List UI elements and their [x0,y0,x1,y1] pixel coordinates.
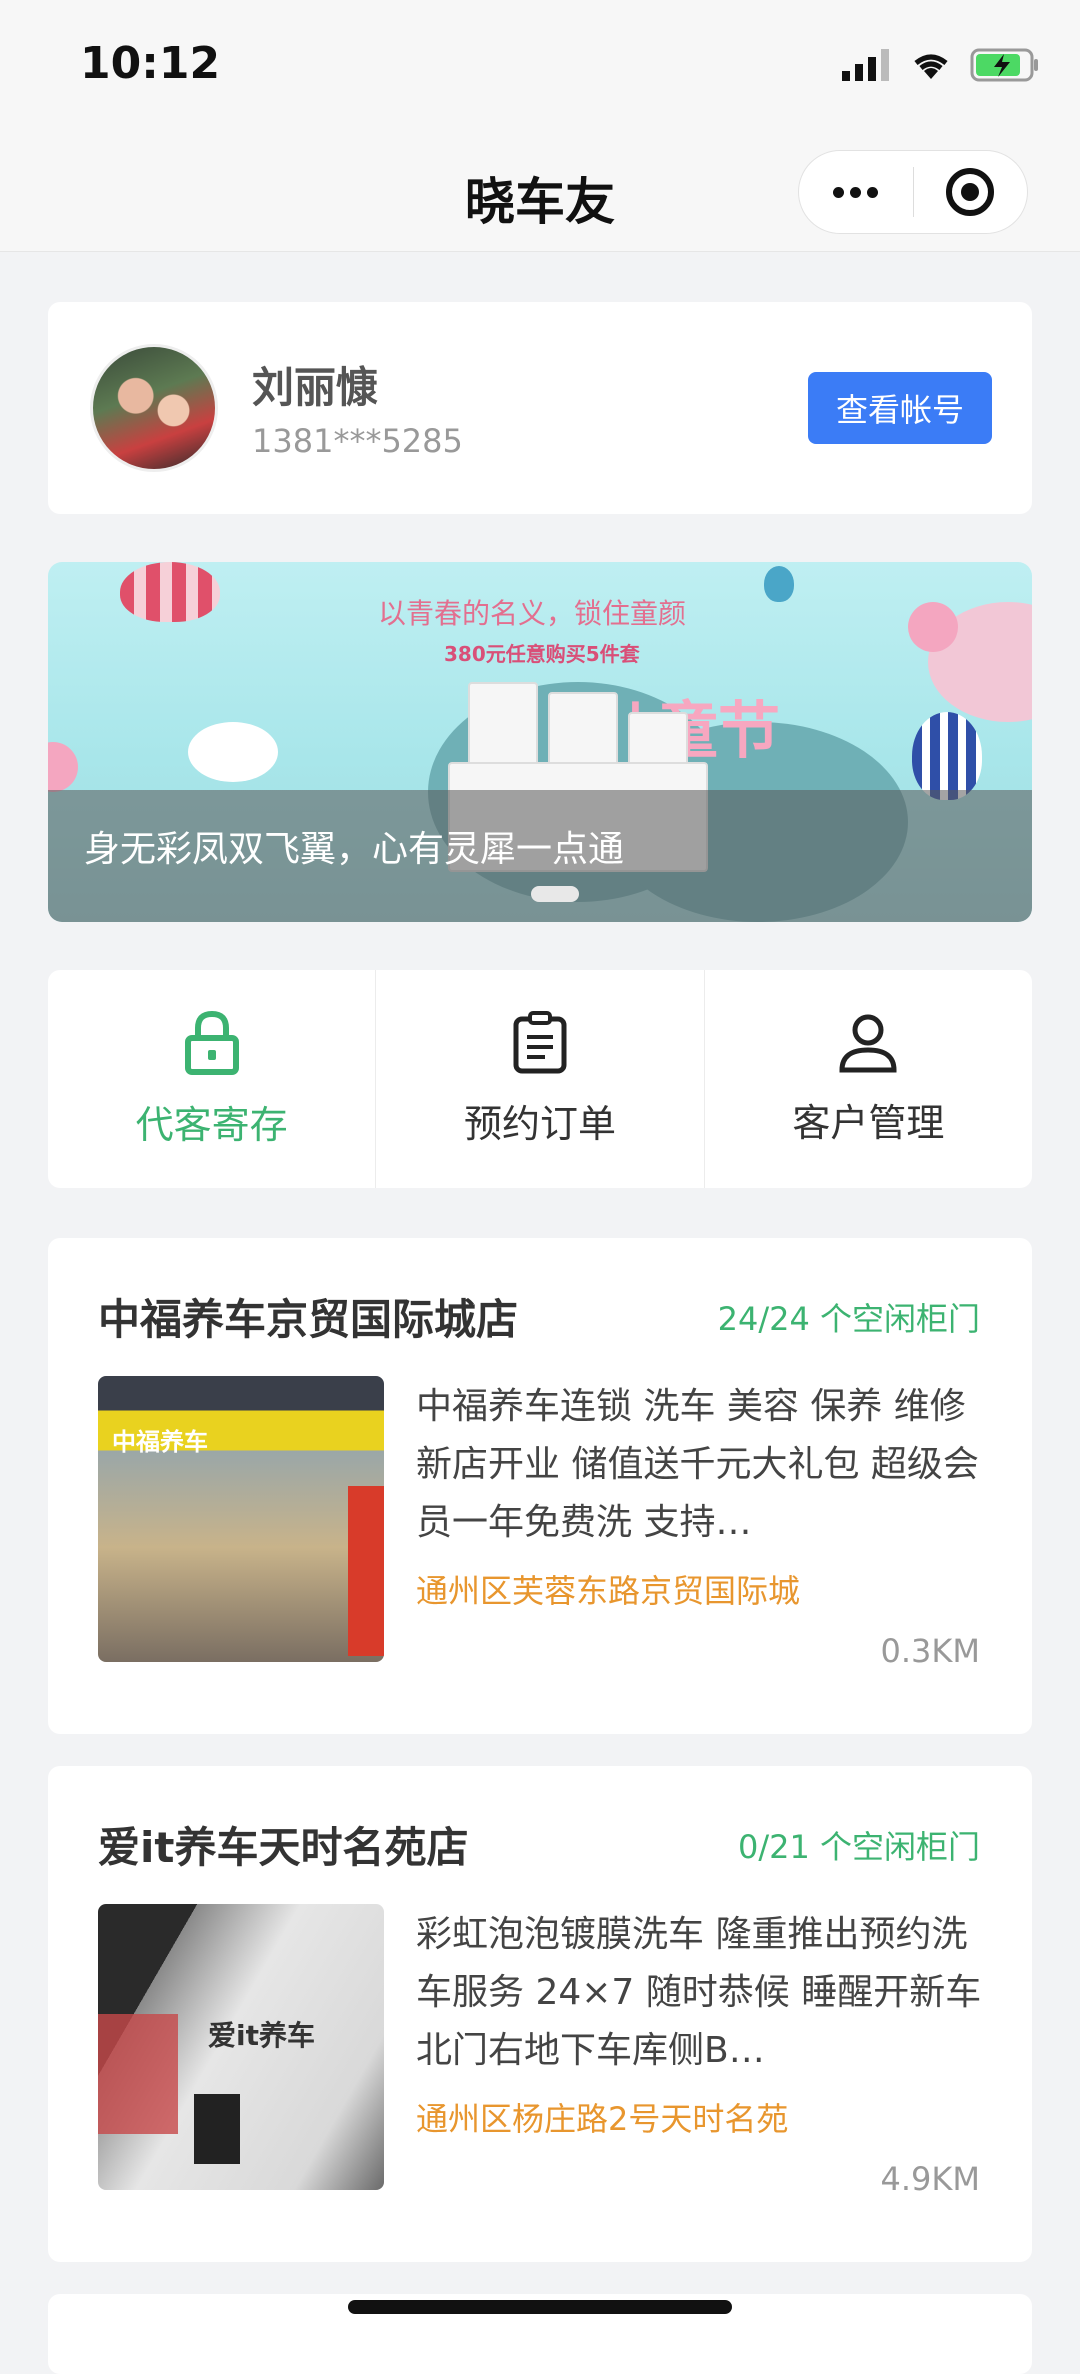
balloon-decoration [120,562,220,622]
store-distance: 0.3KM [880,1632,980,1670]
cloud-decoration [188,722,278,782]
store-photo-pillar [348,1486,384,1656]
clipboard-icon [513,1010,567,1073]
banner-caption: 身无彩凤双飞翼，心有灵犀一点通 [84,829,625,870]
balloon-decoration [912,712,982,800]
banner-page-indicator [531,886,579,902]
store-distance: 4.9KM [880,2160,980,2198]
store-card[interactable]: 爱it养车天时名苑店 0/21 个空闲柜门 爱it养车 彩虹泡泡镀膜洗车 隆重推… [48,1766,1032,2262]
store-sign: 中福养车 [112,1428,208,1456]
store-photo-shelf [98,2014,178,2134]
target-icon [946,168,995,216]
profile-card: 刘丽慷 1381***5285 查看帐号 [48,302,1032,514]
lock-icon [184,1010,239,1075]
menu-label: 代客寄存 [135,1102,288,1147]
cloud-decoration [908,602,958,652]
cloud-decoration [48,742,78,792]
banner-headline: 以青春的名义，锁住童颜 [378,597,687,630]
nav-bar: 晓车友 [0,132,1080,252]
store-address: 通州区杨庄路2号天时名苑 [416,2100,789,2138]
menu-item-valet-storage[interactable]: 代客寄存 [48,970,375,1188]
balloon-decoration [764,566,794,602]
signal-icon [842,49,889,81]
store-photo: 中福养车 [98,1376,384,1662]
store-description: 彩虹泡泡镀膜洗车 隆重推出预约洗车服务 24×7 随时恭候 睡醒开新车 北门右地… [416,1914,982,2071]
more-dots-icon [833,186,879,198]
store-name: 爱it养车天时名苑店 [98,1823,469,1872]
profile-phone: 1381***5285 [252,422,463,460]
profile-name: 刘丽慷 [252,363,379,412]
store-lockers: 0/21 个空闲柜门 [737,1828,980,1866]
battery-icon [970,48,1038,82]
store-sign: 爱it养车 [208,2019,315,2052]
banner-subline: 380元任意购买5件套 [444,642,640,666]
menu-item-orders[interactable]: 预约订单 [375,970,703,1188]
banner-caption-bar: 身无彩凤双飞翼，心有灵犀一点通 [48,790,1032,922]
mini-program-capsule [798,150,1028,234]
status-bar: 10:12 [0,0,1080,132]
promo-banner[interactable]: 以青春的名义，锁住童颜 380元任意购买5件套 儿童节 身无彩凤双飞翼，心有灵犀… [48,562,1032,922]
store-photo-stand [194,2094,240,2164]
wifi-icon [914,54,948,79]
store-name: 中福养车京贸国际城店 [98,1295,519,1344]
store-photo: 爱it养车 [98,1904,384,2190]
more-button[interactable] [799,151,913,233]
store-address: 通州区芙蓉东路京贸国际城 [416,1572,801,1610]
close-button[interactable] [914,151,1028,233]
view-account-button[interactable]: 查看帐号 [808,372,992,444]
store-card[interactable]: 中福养车京贸国际城店 24/24 个空闲柜门 中福养车 中福养车连锁 洗车 美容… [48,1238,1032,1734]
store-lockers: 24/24 个空闲柜门 [717,1300,980,1338]
menu-label: 预约订单 [463,1101,616,1146]
avatar [90,344,218,472]
menu-item-customers[interactable]: 客户管理 [703,970,1032,1188]
function-menu: 代客寄存 预约订单 客户管理 [48,970,1032,1188]
menu-label: 客户管理 [792,1100,945,1145]
user-icon [839,1014,897,1072]
status-icons [842,48,1040,82]
home-indicator[interactable] [348,2300,732,2314]
status-time: 10:12 [80,38,221,89]
store-description: 中福养车连锁 洗车 美容 保养 维修 新店开业 储值送千元大礼包 超级会员一年免… [416,1386,979,1543]
